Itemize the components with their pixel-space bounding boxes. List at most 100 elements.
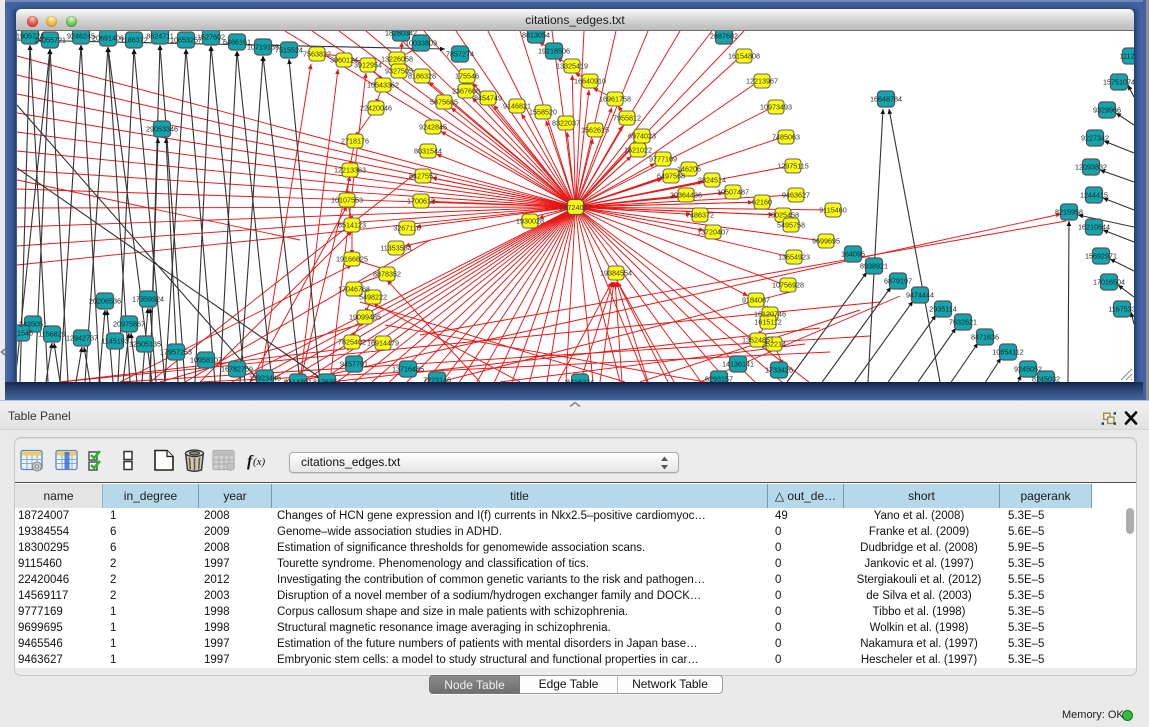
svg-text:13226058: 13226058 (381, 55, 413, 64)
svg-text:14136141: 14136141 (722, 360, 754, 369)
svg-text:14055721: 14055721 (34, 36, 66, 45)
svg-text:1527602: 1527602 (197, 33, 225, 42)
svg-text:19166825: 19166825 (336, 255, 368, 264)
svg-text:16914479: 16914479 (367, 339, 399, 348)
svg-text:16154808: 16154808 (728, 52, 760, 61)
svg-text:1615112: 1615112 (754, 318, 781, 327)
svg-text:391546: 391546 (17, 329, 33, 338)
svg-text:6879197: 6879197 (884, 277, 912, 286)
svg-text:7625402: 7625402 (338, 338, 366, 347)
svg-text:5498222: 5498222 (359, 293, 387, 302)
svg-text:10543362: 10543362 (367, 81, 399, 90)
svg-text:18724007: 18724007 (560, 203, 592, 212)
svg-text:1562615: 1562615 (581, 126, 609, 135)
svg-text:15751074: 15751074 (1103, 78, 1134, 87)
svg-text:9463627: 9463627 (782, 191, 810, 200)
svg-text:146206: 146206 (677, 165, 701, 174)
svg-text:12505135: 12505135 (129, 340, 161, 349)
svg-text:16210644: 16210644 (1078, 223, 1110, 232)
svg-text:252214: 252214 (762, 340, 786, 349)
svg-text:3912954: 3912954 (354, 61, 382, 70)
svg-text:1244415: 1244415 (1080, 191, 1108, 200)
svg-text:8126354: 8126354 (313, 378, 341, 383)
svg-text:12213363: 12213363 (334, 166, 366, 175)
svg-text:22420046: 22420046 (360, 104, 392, 113)
svg-text:1156829: 1156829 (38, 330, 65, 339)
svg-text:10107553: 10107553 (331, 196, 363, 205)
svg-text:7632621: 7632621 (949, 318, 977, 327)
svg-text:62160: 62160 (752, 198, 772, 207)
svg-text:10958107: 10958107 (190, 356, 222, 365)
svg-text:29053346: 29053346 (146, 125, 178, 134)
svg-text:16640910: 16640910 (574, 77, 606, 86)
svg-text:164095: 164095 (841, 250, 865, 259)
svg-text:9242845: 9242845 (419, 123, 447, 132)
svg-text:9329966: 9329966 (1093, 106, 1121, 115)
svg-text:1700612: 1700612 (407, 197, 435, 206)
svg-text:5495758: 5495758 (777, 221, 805, 230)
svg-text:7857274: 7857274 (446, 50, 474, 59)
svg-text:11353584: 11353584 (380, 244, 411, 253)
svg-text:7223146: 7223146 (423, 376, 451, 383)
svg-text:2718176: 2718176 (341, 137, 369, 146)
svg-text:6514123: 6514123 (338, 221, 366, 230)
svg-text:3824514: 3824514 (698, 176, 726, 185)
svg-text:2435051: 2435051 (19, 320, 47, 329)
svg-text:10756928: 10756928 (772, 281, 804, 290)
svg-text:7563822: 7563822 (303, 50, 331, 59)
svg-text:1167533: 1167533 (1108, 305, 1134, 314)
svg-text:10973493: 10973493 (760, 103, 792, 112)
svg-text:6293157: 6293157 (705, 375, 733, 383)
svg-text:1621022: 1621022 (624, 146, 652, 155)
svg-text:10654112: 10654112 (992, 348, 1023, 357)
svg-text:12213967: 12213967 (746, 77, 778, 86)
svg-text:10507487: 10507487 (717, 188, 749, 197)
svg-text:13716485: 13716485 (392, 365, 424, 374)
svg-text:7515524: 7515524 (275, 46, 303, 55)
svg-text:2935114: 2935114 (929, 305, 956, 314)
svg-text:1145193: 1145193 (101, 337, 128, 346)
svg-text:8416224: 8416224 (566, 378, 594, 383)
svg-text:17957253: 17957253 (160, 348, 192, 357)
svg-text:3267110: 3267110 (393, 224, 420, 233)
svg-text:15923446: 15923446 (249, 374, 281, 383)
svg-text:9246245: 9246245 (67, 32, 95, 41)
svg-text:10025458: 10025458 (767, 211, 799, 220)
svg-text:19099485: 19099485 (349, 313, 381, 322)
svg-text:5875685: 5875685 (430, 98, 458, 107)
svg-text:9699695: 9699695 (812, 237, 840, 246)
svg-text:17359924: 17359924 (132, 295, 164, 304)
svg-text:19218506: 19218506 (538, 47, 570, 56)
svg-text:20975867: 20975867 (113, 320, 145, 329)
svg-text:17016504: 17016504 (1093, 278, 1125, 287)
svg-text:9457791: 9457791 (340, 360, 368, 369)
svg-text:12975115: 12975115 (777, 162, 808, 171)
svg-text:8322037: 8322037 (552, 119, 580, 128)
svg-text:8031544: 8031544 (414, 147, 442, 156)
svg-text:9474444: 9474444 (906, 291, 934, 300)
svg-text:(x): (x) (253, 456, 266, 468)
svg-text:1733426: 1733426 (765, 366, 793, 375)
svg-text:1930028: 1930028 (516, 217, 544, 226)
svg-text:9184067: 9184067 (742, 296, 770, 305)
svg-text:8245032: 8245032 (1032, 375, 1060, 383)
svg-text:9146821: 9146821 (503, 102, 531, 111)
svg-text:13325419: 13325419 (556, 62, 588, 71)
svg-text:8471636: 8471636 (971, 333, 999, 342)
svg-text:9245052: 9245052 (1014, 365, 1042, 374)
svg-text:8427552: 8427552 (409, 172, 437, 181)
svg-text:1186372: 1186372 (120, 36, 147, 45)
svg-text:20206536: 20206536 (89, 297, 121, 306)
svg-text:16648784: 16648784 (870, 95, 902, 104)
svg-text:20691406: 20691406 (92, 34, 124, 43)
svg-text:20364436: 20364436 (670, 191, 702, 200)
svg-text:13654923: 13654923 (778, 253, 810, 262)
svg-text:18280342: 18280342 (385, 31, 417, 38)
svg-text:8938921: 8938921 (860, 262, 888, 271)
svg-text:175546: 175546 (455, 72, 479, 81)
svg-text:9115460: 9115460 (819, 206, 846, 215)
svg-text:6974023: 6974023 (628, 132, 656, 141)
svg-text:12942737: 12942737 (66, 334, 98, 343)
svg-text:8215958: 8215958 (1055, 208, 1083, 217)
svg-text:8878352: 8878352 (373, 270, 401, 279)
